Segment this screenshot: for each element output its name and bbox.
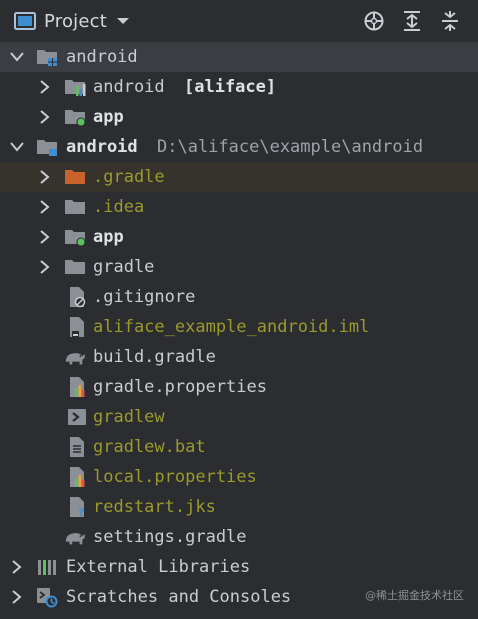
tree-item-label: aliface_example_android.iml [93,317,370,337]
scratches-icon [36,586,58,608]
gradle-elephant-icon [64,346,86,368]
project-folder-icon [36,46,58,68]
chevron-down-icon[interactable] [10,50,24,64]
shell-script-icon [66,406,88,428]
tree-item-label: Scratches and Consoles [66,587,292,607]
folder-icon [64,196,86,218]
chevron-right-icon[interactable] [38,200,52,214]
tree-item-label: gradle [93,257,155,277]
chevron-right-icon[interactable] [38,170,52,184]
ignore-file-icon [66,286,88,308]
tree-item-label: .gitignore [93,287,196,307]
chevron-right-icon[interactable] [38,230,52,244]
tree-item-label: .gradle [93,167,165,187]
expand-all-icon[interactable] [400,9,424,33]
excluded-folder-icon [64,166,86,188]
module-name-tag: [aliface] [184,77,277,97]
text-file-icon [66,436,88,458]
project-path: D:\aliface\example\android [157,137,424,157]
tree-item-label: app [93,107,124,127]
tree-row-app[interactable]: app [0,102,478,132]
tree-row-android-root[interactable]: android [0,42,478,72]
watermark: @稀土掘金技术社区 [365,589,464,602]
locate-icon[interactable] [362,9,386,33]
tree-item-label: local.properties [93,467,257,487]
tree-item-label: app [93,227,124,247]
tree-row-android-project[interactable]: android D:\aliface\example\android [0,132,478,162]
header-toolbar [362,9,462,33]
dropdown-caret-icon[interactable] [115,13,131,29]
tree-item-label: android [66,47,138,67]
unknown-file-icon: ? [66,496,88,518]
chevron-right-icon[interactable] [38,110,52,124]
gradle-elephant-icon [64,526,86,548]
tree-item-label: .idea [93,197,145,217]
tree-item-label: redstart.jks [93,497,216,517]
libraries-icon [36,556,58,578]
project-view-title[interactable]: Project [44,11,107,32]
properties-file-icon [66,376,88,398]
tree-row-dot-gradle[interactable]: .gradle [0,162,478,192]
tree-row-app[interactable]: app [0,222,478,252]
tree-row-iml[interactable]: aliface_example_android.iml [0,312,478,342]
tree-row-idea[interactable]: .idea [0,192,478,222]
tree-item-label: build.gradle [93,347,216,367]
chevron-right-icon[interactable] [38,260,52,274]
tree-item-label: gradlew.bat [93,437,206,457]
tree-row-local-properties[interactable]: local.properties [0,462,478,492]
tree-row-redstart-jks[interactable]: ? redstart.jks [0,492,478,522]
tree-row-gradle[interactable]: gradle [0,252,478,282]
properties-file-icon [66,466,88,488]
tree-item-label: gradle.properties [93,377,267,397]
svg-text:?: ? [78,506,84,518]
project-folder-icon [36,136,58,158]
chevron-right-icon[interactable] [38,80,52,94]
tree-row-gradle-properties[interactable]: gradle.properties [0,372,478,402]
gradle-module-folder-icon [64,76,86,98]
tree-row-external-libraries[interactable]: External Libraries [0,552,478,582]
tree-item-label: settings.gradle [93,527,247,547]
folder-icon [64,256,86,278]
tree-row-android-aliface[interactable]: android [aliface] [0,72,478,102]
chevron-down-icon[interactable] [10,140,24,154]
tree-item-label: gradlew [93,407,165,427]
chevron-right-icon[interactable] [10,590,24,604]
tree-item-label: External Libraries [66,557,251,577]
module-folder-icon [64,106,86,128]
tree-item-label: android [66,137,138,157]
tree-row-gitignore[interactable]: .gitignore [0,282,478,312]
tree-row-settings-gradle[interactable]: settings.gradle [0,522,478,552]
collapse-all-icon[interactable] [438,9,462,33]
project-tool-window-header: Project [0,0,478,42]
tree-item-label: android [93,77,165,97]
module-folder-icon [64,226,86,248]
chevron-right-icon[interactable] [10,560,24,574]
tree-row-gradlew[interactable]: gradlew [0,402,478,432]
module-file-icon [66,316,88,338]
project-window-icon[interactable] [14,12,36,30]
project-tree: android android [aliface] app android D:… [0,42,478,612]
tree-row-gradlew-bat[interactable]: gradlew.bat [0,432,478,462]
tree-row-build-gradle[interactable]: build.gradle [0,342,478,372]
